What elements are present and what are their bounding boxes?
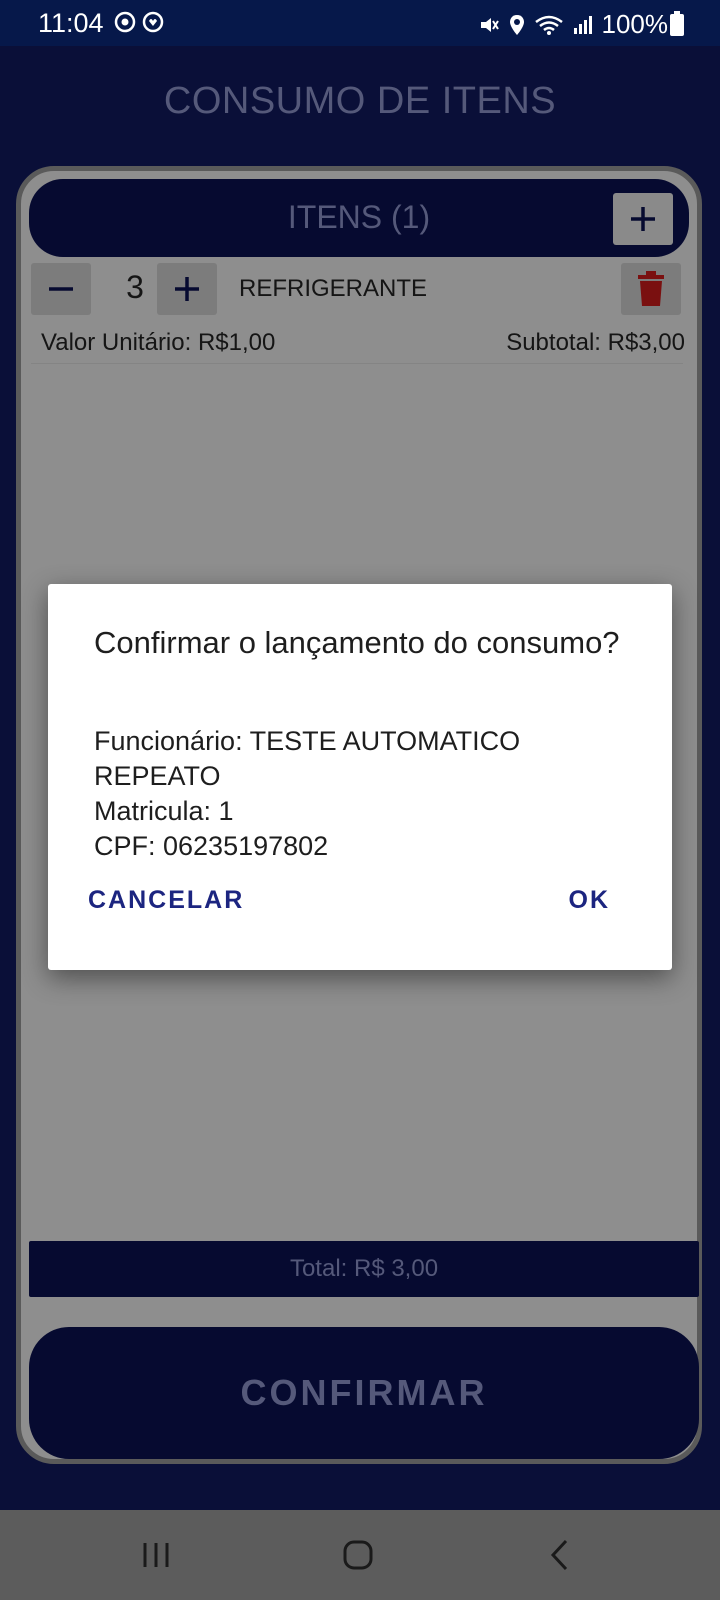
dialog-cpf-line: CPF: 06235197802 bbox=[94, 831, 329, 861]
dialog-registration-line: Matricula: 1 bbox=[94, 796, 234, 826]
dialog-title: Confirmar o lançamento do consumo? bbox=[94, 625, 620, 660]
ok-button[interactable]: OK bbox=[569, 886, 611, 915]
confirm-dialog: Confirmar o lançamento do consumo? Funci… bbox=[48, 584, 672, 970]
dialog-body: Funcionário: TESTE AUTOMATICO REPEATO Ma… bbox=[94, 724, 634, 864]
cancel-button[interactable]: CANCELAR bbox=[88, 886, 244, 915]
dialog-employee-line: Funcionário: TESTE AUTOMATICO REPEATO bbox=[94, 726, 521, 791]
